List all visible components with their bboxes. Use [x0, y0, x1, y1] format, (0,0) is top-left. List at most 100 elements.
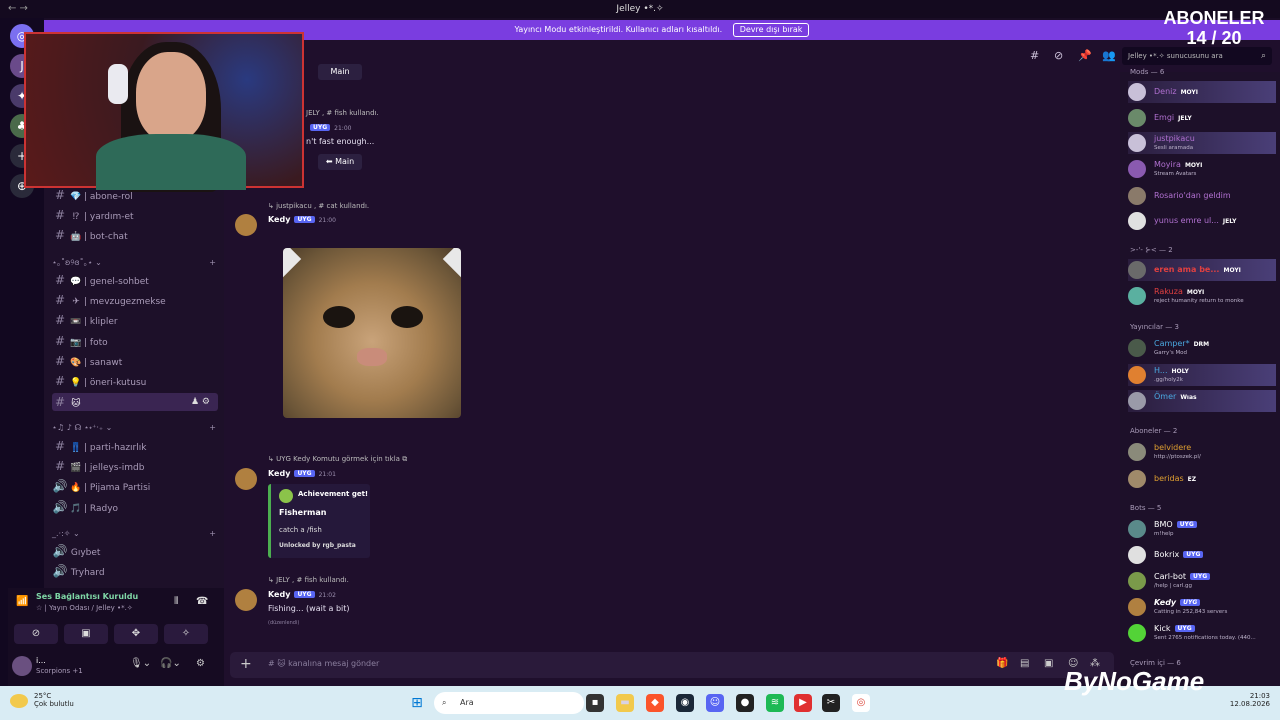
channel-item[interactable]: # ✈ | mevzugezmekse: [52, 291, 222, 309]
media-player-icon[interactable]: ▶: [794, 694, 812, 712]
nav-arrows[interactable]: ← →: [8, 0, 28, 18]
member-item[interactable]: Rosario'dan geldim: [1128, 185, 1276, 207]
avatar: [1128, 572, 1146, 590]
avatar[interactable]: [235, 589, 257, 611]
member-item[interactable]: belvidere http://ptoszek.pl/: [1128, 441, 1276, 463]
category-header[interactable]: ⋆｡˚ʚ୨ɞ˚｡⋆ ⌄ +: [52, 256, 218, 270]
capcut-icon[interactable]: ✂: [822, 694, 840, 712]
main-button[interactable]: ⬅ Main: [318, 154, 362, 170]
member-item[interactable]: justpikacu Sesli aramada: [1128, 132, 1276, 154]
steam-icon[interactable]: ◉: [676, 694, 694, 712]
sticker-icon[interactable]: ▣: [1044, 658, 1053, 669]
add-channel-icon[interactable]: +: [209, 421, 216, 435]
channel-settings-icons[interactable]: ♟ ⚙: [191, 393, 210, 411]
member-item[interactable]: yunus emre ul... JELY: [1128, 210, 1276, 232]
message-composer[interactable]: + # 🐱 kanalına mesaj gönder 🎁 ▤ ▣ ☺ ⁂: [230, 652, 1114, 678]
message-input[interactable]: # 🐱 kanalına mesaj gönder: [268, 659, 379, 668]
member-item[interactable]: Emgi JELY: [1128, 107, 1276, 129]
add-channel-icon[interactable]: +: [209, 256, 216, 270]
reply-context[interactable]: ↳ justpikacu , # cat kullandı.: [268, 202, 369, 210]
channel-item[interactable]: # 💬 | genel-sohbet: [52, 271, 222, 289]
message-author[interactable]: UYG 21:00: [306, 123, 351, 132]
obs-icon[interactable]: ●: [736, 694, 754, 712]
spotify-icon[interactable]: ≋: [766, 694, 784, 712]
channel-item[interactable]: # ⁉ | yardım-et: [52, 206, 222, 224]
camera-off-icon[interactable]: ⊘: [14, 624, 58, 644]
brave-browser-icon[interactable]: ◆: [646, 694, 664, 712]
channel-name: parti-hazırlık: [89, 443, 147, 453]
member-item[interactable]: Carl-bot UYG/help | carl.gg: [1128, 570, 1276, 592]
system-clock[interactable]: 21:03 12.08.2026: [1230, 692, 1270, 708]
member-item[interactable]: beridas EZ: [1128, 468, 1276, 490]
channel-item[interactable]: # 💡 | öneri-kutusu: [52, 372, 222, 390]
disable-streamer-mode-button[interactable]: Devre dışı bırak: [732, 23, 810, 37]
message-author[interactable]: Kedy UYG 21:02: [268, 590, 336, 599]
settings-gear-icon[interactable]: ⚙: [196, 658, 205, 669]
member-item[interactable]: Bokrix UYG: [1128, 544, 1276, 566]
cat-image-attachment[interactable]: [283, 248, 461, 418]
member-item[interactable]: Deniz MOYI: [1128, 81, 1276, 103]
file-explorer-icon[interactable]: ▬: [616, 694, 634, 712]
member-item[interactable]: Moyira MOYI Stream Avatars: [1128, 158, 1276, 180]
message-author[interactable]: Kedy UYG 21:01: [268, 469, 336, 478]
voice-channel-item[interactable]: 🔊 🎵 | Radyo: [52, 498, 222, 516]
gif-icon[interactable]: ▤: [1020, 658, 1029, 669]
pin-icon[interactable]: 📌: [1078, 49, 1092, 62]
task-view-icon[interactable]: ▪: [586, 694, 604, 712]
subscriber-count: 14 / 20: [1186, 28, 1242, 48]
threads-icon[interactable]: #: [1030, 49, 1039, 62]
server-search-input[interactable]: Jelley •*.✧ sunucusunu ara ⌕: [1122, 47, 1272, 65]
member-name: H... HOLY: [1154, 366, 1189, 375]
member-item[interactable]: eren ama be... MOYI: [1128, 259, 1276, 281]
channel-item[interactable]: # 👖 | parti-hazırlık: [52, 437, 222, 455]
notifications-muted-icon[interactable]: ⊘: [1054, 49, 1063, 62]
weather-widget[interactable]: 25°C Çok bulutlu: [34, 692, 74, 708]
add-channel-icon[interactable]: +: [209, 527, 216, 541]
member-item[interactable]: BMO UYG m!help: [1128, 518, 1276, 540]
message-author[interactable]: Kedy UYG 21:00: [268, 215, 336, 224]
voice-channel-item[interactable]: 🔊 Gıybet: [52, 542, 222, 560]
soundboard-icon[interactable]: ✧: [164, 624, 208, 644]
avatar[interactable]: [12, 656, 32, 676]
main-button[interactable]: Main: [318, 64, 362, 80]
reply-context[interactable]: JELY , # fish kullandı.: [306, 109, 379, 117]
channel-item[interactable]: # 🎨 | sanawt: [52, 352, 222, 370]
weather-icon[interactable]: [10, 694, 28, 708]
category-header[interactable]: _.·:✧ ⌄ +: [52, 527, 218, 541]
microphone-icon[interactable]: 🎙⌄: [130, 658, 151, 669]
channel-item[interactable]: # 📼 | klipler: [52, 311, 222, 329]
home-icon: ⬅: [325, 157, 336, 166]
category-header[interactable]: ⋆♫ ♪ ☊ ⋆˖⁺‧₊ ⌄ +: [52, 421, 218, 435]
start-icon[interactable]: ⊞: [408, 694, 426, 712]
member-item[interactable]: Kedy UYG Catting in 252,843 servers: [1128, 596, 1276, 618]
disconnect-icon[interactable]: ☎: [196, 596, 208, 607]
channel-item[interactable]: # 🎬 | jelleys-imdb: [52, 457, 222, 475]
voice-channel-item[interactable]: 🔊 🔥 | Pijama Partisi: [52, 477, 222, 495]
add-attachment-icon[interactable]: +: [240, 656, 252, 672]
voice-channel-item[interactable]: 🔊 Tryhard: [52, 562, 222, 580]
member-item[interactable]: H... HOLY .gg/holy2k: [1128, 364, 1276, 386]
headphones-icon[interactable]: 🎧⌄: [160, 658, 181, 669]
member-item[interactable]: Kick UYG Sent 2765 notifications today. (4…: [1128, 622, 1276, 644]
gift-icon[interactable]: 🎁: [996, 658, 1008, 669]
avatar[interactable]: [235, 468, 257, 490]
member-item[interactable]: Rakuza MOYI reject humanity return to monk…: [1128, 285, 1276, 307]
channel-item[interactable]: # 📷 | foto: [52, 332, 222, 350]
channel-item-active[interactable]: # 🐱 ♟ ⚙: [52, 393, 218, 411]
activities-icon[interactable]: ✥: [114, 624, 158, 644]
channel-item[interactable]: # 🤖 | bot-chat: [52, 226, 222, 244]
noise-suppression-icon[interactable]: ⦀: [174, 596, 178, 607]
member-item[interactable]: Camper* DRM Garry's Mod: [1128, 337, 1276, 359]
avatar[interactable]: [235, 214, 257, 236]
discord-icon[interactable]: ☺: [706, 694, 724, 712]
chrome-icon[interactable]: ◎: [852, 694, 870, 712]
image-corner: [283, 248, 302, 281]
taskbar-search[interactable]: ⌕ Ara: [434, 692, 584, 714]
reply-context[interactable]: ↳ JELY , # fish kullandı.: [268, 576, 349, 584]
screen-share-icon[interactable]: ▣: [64, 624, 108, 644]
voice-status[interactable]: Ses Bağlantısı Kuruldu: [36, 592, 138, 601]
channel-name: Tryhard: [70, 568, 105, 578]
member-item[interactable]: Ömer Wıas: [1128, 390, 1276, 412]
reply-context[interactable]: ↳ UYG Kedy Komutu görmek için tıkla ⧉: [268, 455, 407, 464]
member-list-icon[interactable]: 👥: [1102, 49, 1116, 62]
